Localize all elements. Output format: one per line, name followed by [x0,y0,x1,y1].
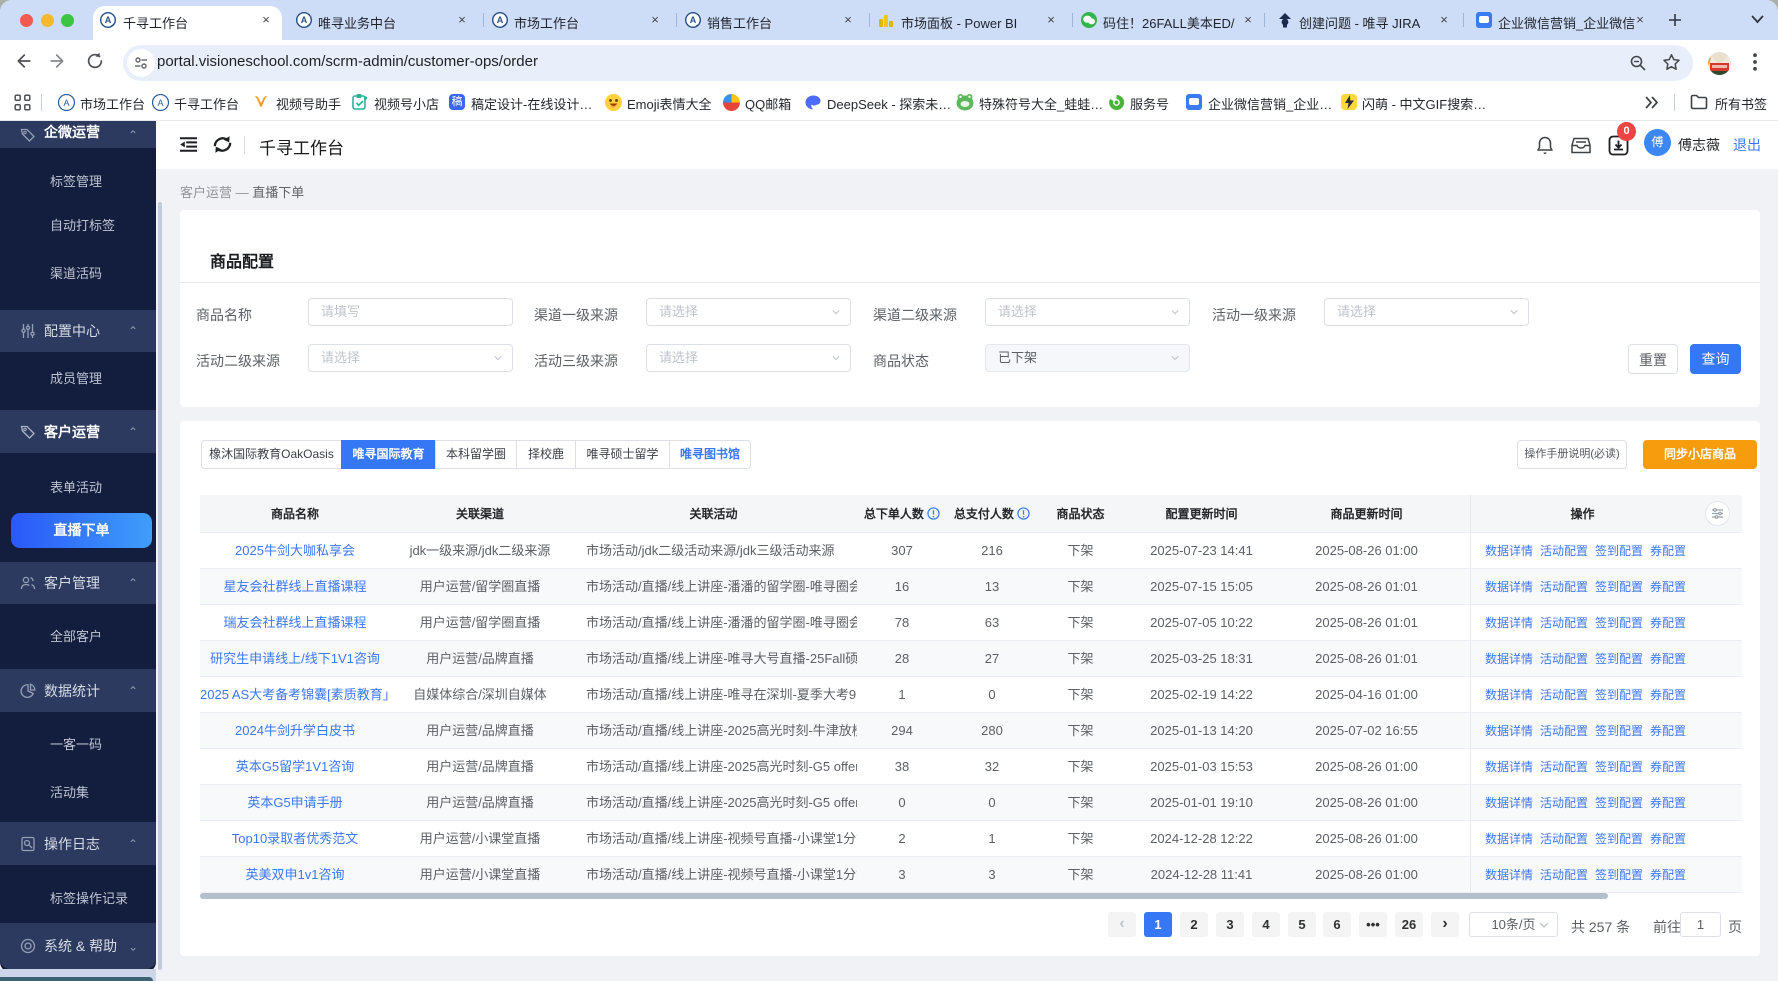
svg-text:A: A [690,15,697,25]
svg-text:A: A [63,98,69,108]
svg-text:A: A [157,98,163,108]
svg-text:A: A [105,15,112,25]
svg-text:A: A [497,15,504,25]
svg-text:A: A [301,15,308,25]
